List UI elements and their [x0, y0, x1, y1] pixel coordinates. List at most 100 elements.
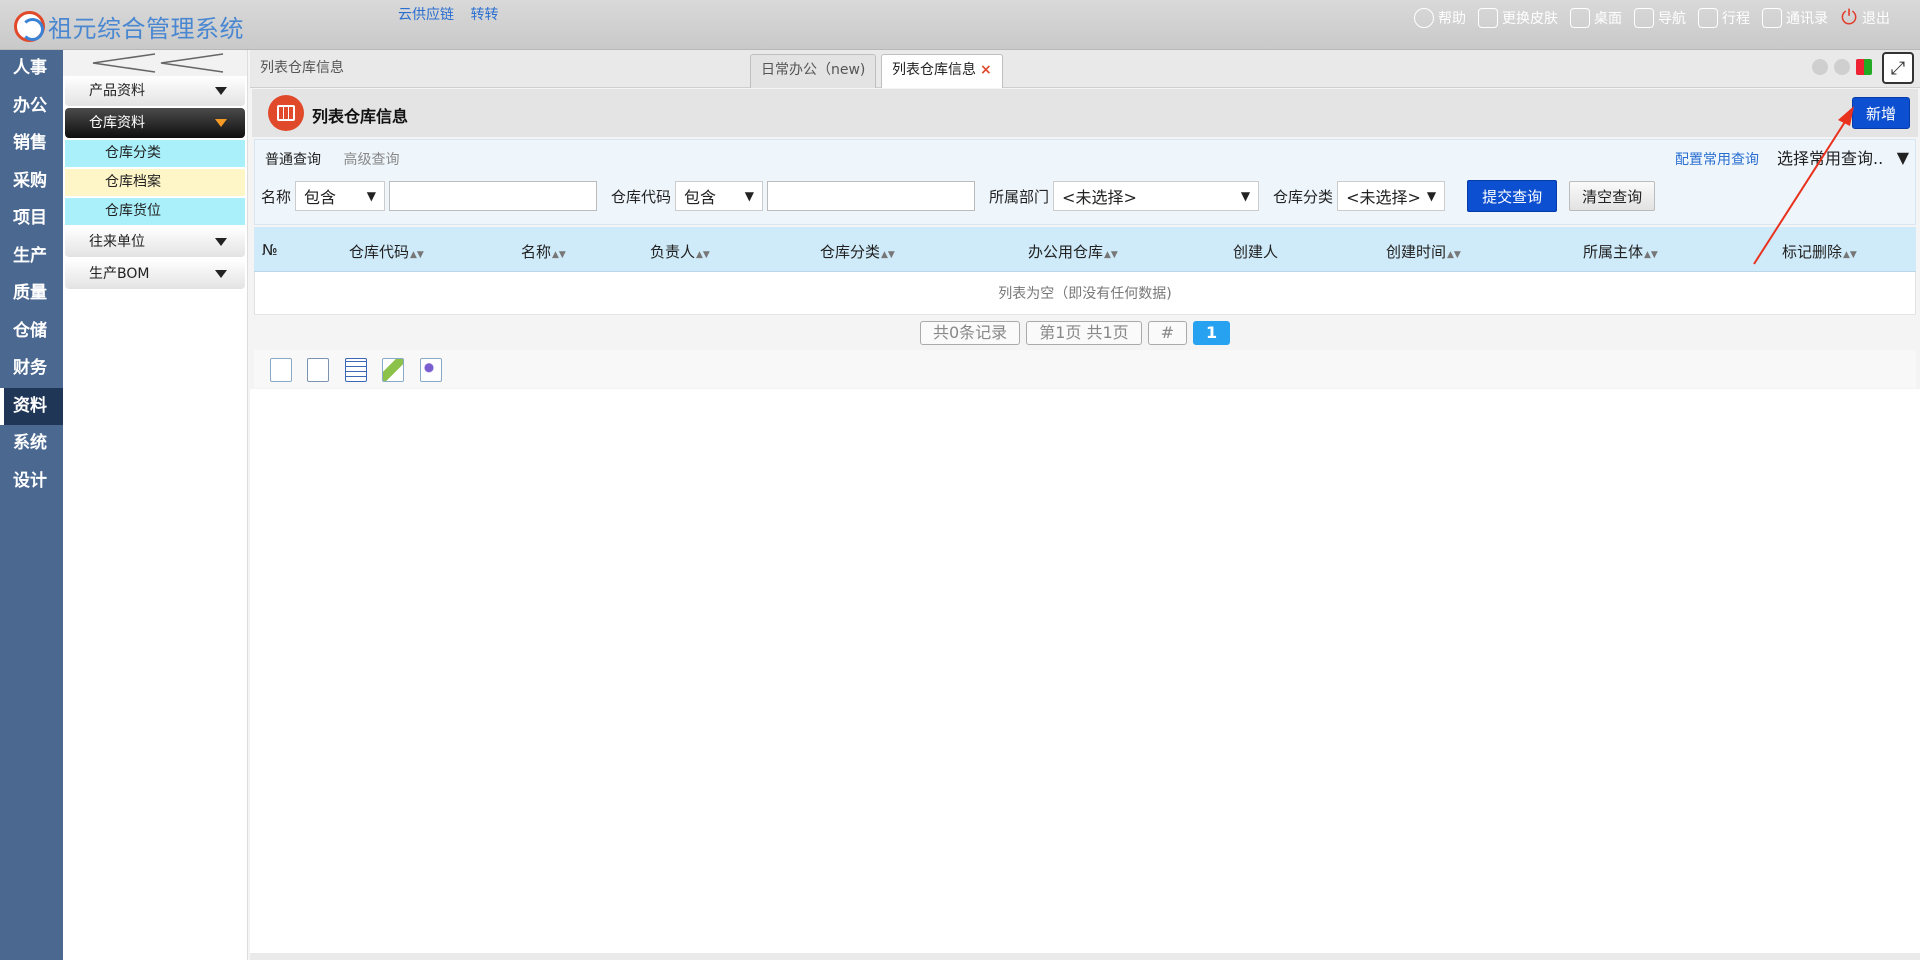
nav-item-purchase[interactable]: 采购: [0, 163, 63, 201]
clear-query-button[interactable]: 清空查询: [1569, 181, 1656, 211]
shirt-icon: [1478, 8, 1498, 28]
nav-item-sales[interactable]: 销售: [0, 125, 63, 163]
top-link-cloud-supply[interactable]: 云供应链: [398, 7, 454, 23]
schedule-button[interactable]: 行程: [1698, 8, 1750, 28]
logout-button[interactable]: ⏻ 退出: [1840, 5, 1890, 29]
double-chevron-left-icon: [92, 53, 224, 73]
menu-group-warehouse-data[interactable]: 仓库资料: [65, 108, 245, 138]
column-header-number[interactable]: №: [262, 241, 278, 259]
department-select[interactable]: <未选择> ▼: [1053, 181, 1260, 211]
menu-group-production-bom[interactable]: 生产BOM: [65, 259, 245, 289]
navigation-button[interactable]: 导航: [1634, 8, 1686, 28]
edit-icon[interactable]: [382, 358, 404, 382]
name-operator-select[interactable]: 包含 ▼: [295, 181, 386, 211]
tab-next-icon[interactable]: [1834, 59, 1850, 75]
warehouse-code-operator-select[interactable]: 包含 ▼: [675, 181, 764, 211]
nav-item-finance[interactable]: 财务: [0, 350, 63, 388]
column-header-owner[interactable]: 负责人▲▼: [650, 241, 710, 262]
common-query-select[interactable]: 选择常用查询.. ▼: [1773, 145, 1913, 169]
page-title: 列表仓库信息: [312, 107, 409, 126]
nav-item-office[interactable]: 办公: [0, 88, 63, 126]
column-header-owning-entity[interactable]: 所属主体▲▼: [1583, 241, 1658, 262]
chevron-down-icon: ▼: [744, 189, 755, 203]
column-header-warehouse-category[interactable]: 仓库分类▲▼: [820, 241, 895, 262]
content-area: [250, 389, 1920, 953]
tab-advanced-query[interactable]: 高级查询: [343, 152, 399, 168]
menu-group-business-partners[interactable]: 往来单位: [65, 227, 245, 257]
nav-item-warehouse[interactable]: 仓储: [0, 313, 63, 351]
help-icon: [1414, 8, 1434, 28]
table-icon: [268, 95, 304, 131]
query-panel: 普通查询 高级查询 配置常用查询 选择常用查询.. ▼ 名称 包含 ▼ 仓库代码 包…: [254, 139, 1916, 225]
tab-daily-office[interactable]: 日常办公（new): [750, 54, 877, 88]
submit-query-button[interactable]: 提交查询: [1467, 180, 1558, 212]
settings-icon[interactable]: [420, 358, 442, 382]
empty-table-message: 列表为空（即没有任何数据): [254, 272, 1916, 315]
change-skin-button[interactable]: 更换皮肤: [1478, 8, 1558, 28]
column-header-name[interactable]: 名称▲▼: [521, 241, 566, 262]
tab-list-icon[interactable]: [1856, 59, 1872, 75]
table-header: № 仓库代码▲▼ 名称▲▼ 负责人▲▼ 仓库分类▲▼ 办公用仓库▲▼ 创建人 创…: [254, 227, 1916, 272]
chevron-down-icon: ▼: [1896, 147, 1909, 167]
menu-item-warehouse-category[interactable]: 仓库分类: [65, 140, 245, 167]
column-header-warehouse-code[interactable]: 仓库代码▲▼: [349, 241, 424, 262]
logo-icon: [14, 11, 45, 42]
grid-icon: [1634, 8, 1654, 28]
nav-item-hr[interactable]: 人事: [0, 50, 63, 88]
nav-item-project[interactable]: 项目: [0, 200, 63, 238]
sort-icon: ▲▼: [881, 250, 895, 260]
warehouse-category-label: 仓库分类: [1273, 187, 1334, 206]
column-header-created-time[interactable]: 创建时间▲▼: [1386, 241, 1461, 262]
add-button[interactable]: 新增: [1852, 97, 1910, 129]
name-input[interactable]: [389, 181, 598, 211]
bottom-border: [250, 953, 1920, 960]
menu-item-warehouse-location[interactable]: 仓库货位: [65, 198, 245, 225]
close-tab-icon[interactable]: ×: [980, 62, 992, 78]
sub-menu: 产品资料 仓库资料 仓库分类 仓库档案 仓库货位 往来单位 生产BOM: [63, 50, 248, 960]
page-number-button[interactable]: 1: [1193, 321, 1231, 345]
power-icon: ⏻: [1841, 5, 1857, 29]
document-icon[interactable]: [307, 358, 329, 382]
page-jump-button[interactable]: #: [1147, 321, 1188, 345]
warehouse-code-label: 仓库代码: [611, 187, 672, 206]
table-toolbar: [254, 350, 1916, 388]
page-info: 第1页 共1页: [1026, 321, 1142, 345]
nav-item-data[interactable]: 资料: [0, 387, 63, 425]
app-title: 祖元综合管理系统: [48, 15, 244, 43]
column-header-deleted-flag[interactable]: 标记删除▲▼: [1782, 241, 1857, 262]
nav-item-design[interactable]: 设计: [0, 463, 63, 501]
desktop-button[interactable]: 桌面: [1570, 8, 1622, 28]
spreadsheet-icon[interactable]: [345, 358, 367, 382]
column-header-office-warehouse[interactable]: 办公用仓库▲▼: [1028, 241, 1118, 262]
left-nav: 人事 办公 销售 采购 项目 生产 质量 仓储 财务 资料 系统 设计: [0, 50, 63, 960]
help-button[interactable]: 帮助: [1414, 8, 1466, 28]
chevron-down-icon: ▼: [366, 189, 377, 203]
breadcrumb: 列表仓库信息: [260, 60, 344, 76]
collapse-menu-button[interactable]: [63, 50, 247, 76]
nav-item-system[interactable]: 系统: [0, 425, 63, 463]
warehouse-category-select[interactable]: <未选择> ▼: [1337, 181, 1446, 211]
top-bar: 祖元综合管理系统 云供应链 转转 帮助 更换皮肤 桌面 导航 行程 通讯录 ⏻ 退…: [0, 0, 1920, 50]
maximize-button[interactable]: ⤢: [1882, 52, 1914, 84]
top-actions: 帮助 更换皮肤 桌面 导航 行程 通讯录 ⏻ 退出: [1402, 5, 1890, 29]
nav-item-quality[interactable]: 质量: [0, 275, 63, 313]
column-header-creator[interactable]: 创建人: [1233, 241, 1278, 262]
triangle-down-icon: [215, 87, 227, 95]
record-count: 共0条记录: [920, 321, 1021, 345]
tab-normal-query[interactable]: 普通查询: [265, 152, 321, 168]
sort-icon: ▲▼: [410, 250, 424, 260]
contacts-button[interactable]: 通讯录: [1762, 8, 1828, 28]
select-area-icon[interactable]: [270, 358, 292, 382]
pagination: 共0条记录 第1页 共1页 # 1: [920, 321, 1236, 345]
home-icon: [1570, 8, 1590, 28]
page-title-bar: 列表仓库信息 新增: [252, 89, 1918, 137]
config-common-query-link[interactable]: 配置常用查询: [1675, 149, 1759, 169]
warehouse-code-input[interactable]: [767, 181, 976, 211]
menu-group-product-data[interactable]: 产品资料: [65, 76, 245, 106]
tab-warehouse-list[interactable]: 列表仓库信息 ×: [881, 54, 1003, 88]
tab-prev-icon[interactable]: [1812, 59, 1828, 75]
menu-item-warehouse-archive[interactable]: 仓库档案: [65, 169, 245, 196]
nav-item-production[interactable]: 生产: [0, 238, 63, 276]
chevron-down-icon: ▼: [1426, 189, 1437, 203]
top-link-zhuanzhuan[interactable]: 转转: [470, 7, 498, 23]
